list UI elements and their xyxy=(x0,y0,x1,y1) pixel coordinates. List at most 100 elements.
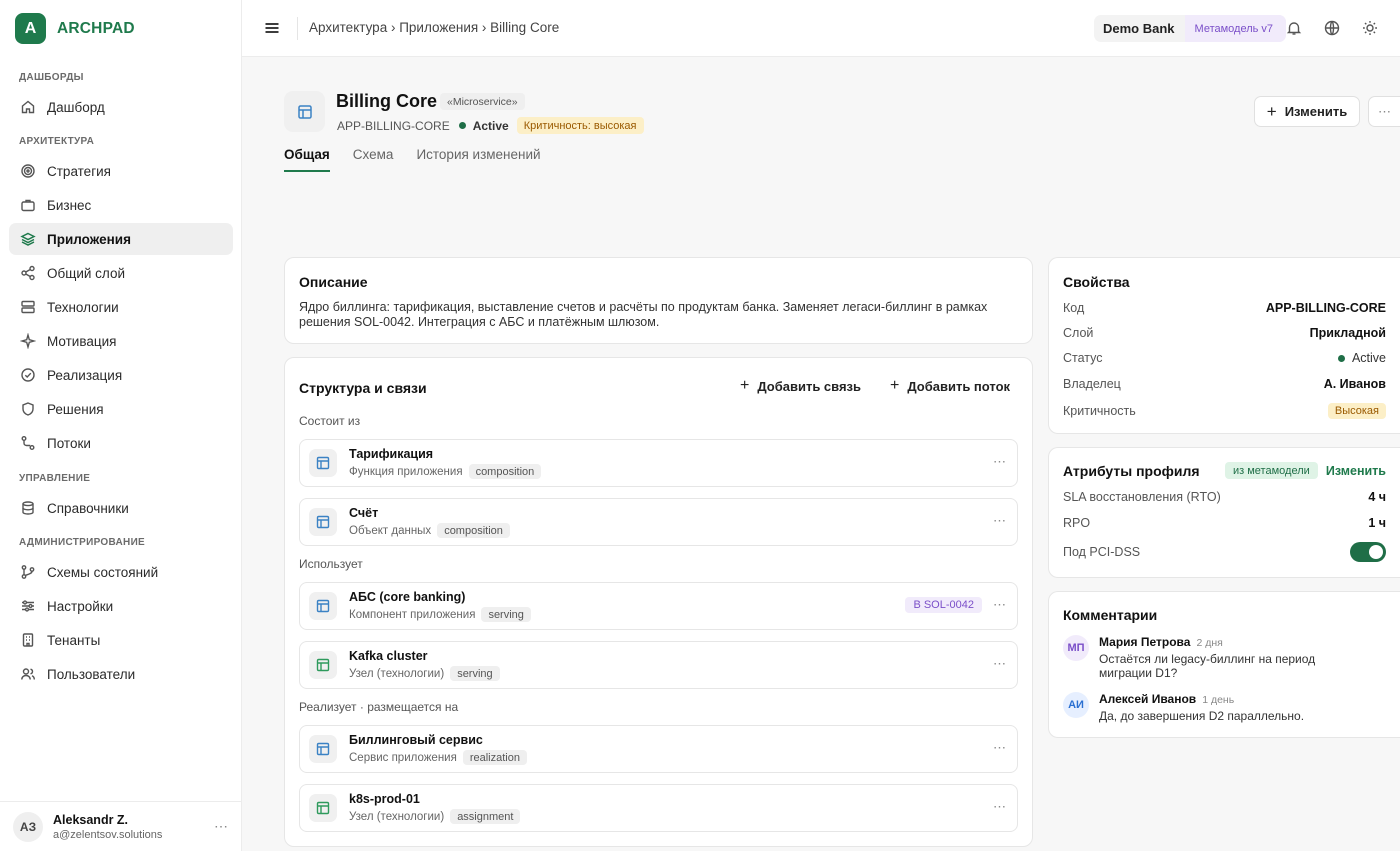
sidebar-item-motivation[interactable]: Мотивация xyxy=(9,325,233,357)
edit-button[interactable]: + Изменить xyxy=(1254,96,1360,127)
status-dot xyxy=(1337,354,1345,362)
git-branch-icon xyxy=(20,564,36,580)
property-key: Под PCI-DSS xyxy=(1063,545,1141,559)
sidebar-item-label: Потоки xyxy=(47,435,91,451)
sidebar-item-label: Дашборд xyxy=(47,99,105,115)
property-value: 1 ч xyxy=(1368,516,1386,530)
briefcase-icon xyxy=(20,197,36,213)
relation-item[interactable]: Тарификация Функция приложения compositio… xyxy=(299,439,1018,487)
home-icon xyxy=(20,99,36,115)
sidebar-item-applications[interactable]: Приложения xyxy=(9,223,233,255)
sun-icon[interactable] xyxy=(1361,19,1379,37)
sidebar: A ARCHPAD ДАШБОРДЫ Дашборд АРХИТЕКТУРА С… xyxy=(0,0,242,851)
comment-text: Остаётся ли legacy-биллинг на период миг… xyxy=(1099,652,1316,680)
app-service-icon xyxy=(309,735,337,763)
property-value: А. Иванов xyxy=(1323,377,1386,391)
users-icon xyxy=(20,666,36,682)
relation-more-button[interactable]: ⋯ xyxy=(993,740,1007,756)
comment-author: Мария Петрова xyxy=(1099,635,1191,649)
tab-schema[interactable]: Схема xyxy=(353,147,394,172)
tenant-switcher[interactable]: Demo Bank Метамодель v7 xyxy=(1094,15,1287,42)
tab-general[interactable]: Общая xyxy=(284,147,330,172)
server-icon xyxy=(20,299,36,315)
sidebar-item-label: Настройки xyxy=(47,598,114,614)
relation-type: Сервис приложения xyxy=(349,751,457,764)
property-key: SLA восстановления (RTO) xyxy=(1063,490,1221,504)
sidebar-item-strategy[interactable]: Стратегия xyxy=(9,155,233,187)
shield-icon xyxy=(20,401,36,417)
relation-more-button[interactable]: ⋯ xyxy=(993,454,1007,470)
profile-row-pci: Под PCI-DSS xyxy=(1063,542,1386,562)
relation-item[interactable]: АБС (core banking) Компонент приложения s… xyxy=(299,582,1018,630)
group-label-uses: Использует xyxy=(299,557,363,571)
user-more-button[interactable]: ⋯ xyxy=(214,818,229,835)
app-meta: APP-BILLING-CORE Active Критичность: выс… xyxy=(337,117,644,134)
avatar: АИ xyxy=(1063,692,1089,718)
sidebar-item-shared-layer[interactable]: Общий слой xyxy=(9,257,233,289)
sidebar-item-label: Схемы состояний xyxy=(47,564,159,580)
sidebar-item-flows[interactable]: Потоки xyxy=(9,427,233,459)
group-label-realizes: Реализует · размещается на xyxy=(299,700,459,714)
profile-title: Атрибуты профиля xyxy=(1063,463,1200,479)
structure-title: Структура и связи xyxy=(299,380,427,396)
more-actions-button[interactable]: ⋯ xyxy=(1368,96,1400,127)
page-title: Billing Core xyxy=(336,91,438,111)
nav-section-architecture: АРХИТЕКТУРА xyxy=(19,136,95,147)
relation-chip: assignment xyxy=(450,809,521,824)
relation-more-button[interactable]: ⋯ xyxy=(993,656,1007,672)
comment-text: Да, до завершения D2 параллельно. xyxy=(1099,709,1305,723)
relation-more-button[interactable]: ⋯ xyxy=(993,513,1007,529)
metamodel-badge: Метамодель v7 xyxy=(1184,15,1287,42)
add-relation-button[interactable]: + Добавить связь xyxy=(740,377,861,395)
sidebar-item-settings[interactable]: Настройки xyxy=(9,590,233,622)
sidebar-item-label: Бизнес xyxy=(47,197,92,213)
relation-more-button[interactable]: ⋯ xyxy=(993,597,1007,613)
relation-item[interactable]: Биллинговый сервис Сервис приложения real… xyxy=(299,725,1018,773)
sidebar-item-business[interactable]: Бизнес xyxy=(9,189,233,221)
current-user[interactable]: АЗ Aleksandr Z. a@zelentsov.solutions ⋯ xyxy=(0,801,242,851)
relation-item[interactable]: k8s-prod-01 Узел (технологии) assignment … xyxy=(299,784,1018,832)
tabs: Общая Схема История изменений xyxy=(284,147,564,172)
property-value: Active xyxy=(1351,351,1386,365)
globe-icon[interactable] xyxy=(1323,19,1341,37)
profile-attributes-card: Атрибуты профиля из метамодели Изменить … xyxy=(1048,447,1400,578)
sidebar-item-label: Общий слой xyxy=(47,265,126,281)
sidebar-item-label: Стратегия xyxy=(47,163,111,179)
property-key: Критичность xyxy=(1063,404,1136,418)
relation-item[interactable]: Kafka cluster Узел (технологии) serving ⋯ xyxy=(299,641,1018,689)
sidebar-item-implementation[interactable]: Реализация xyxy=(9,359,233,391)
sidebar-item-users[interactable]: Пользователи xyxy=(9,658,233,690)
add-flow-button[interactable]: + Добавить поток xyxy=(890,377,1010,395)
sidebar-item-technologies[interactable]: Технологии xyxy=(9,291,233,323)
breadcrumb[interactable]: Архитектура › Приложения › Billing Core xyxy=(309,20,559,35)
sidebar-item-label: Реализация xyxy=(47,367,123,383)
relation-chip: composition xyxy=(468,464,542,479)
bell-icon[interactable] xyxy=(1285,19,1303,37)
property-row-criticality: Критичность Высокая xyxy=(1063,403,1386,419)
comment-time: 1 день xyxy=(1202,694,1235,706)
relation-more-button[interactable]: ⋯ xyxy=(993,799,1007,815)
change-profile-link[interactable]: Изменить xyxy=(1326,464,1386,478)
share-icon xyxy=(20,265,36,281)
relation-type: Узел (технологии) xyxy=(349,810,445,823)
relation-name: Биллинговый сервис xyxy=(349,733,483,747)
menu-icon[interactable] xyxy=(262,18,282,38)
property-row-owner: Владелец А. Иванов xyxy=(1063,377,1386,391)
brand[interactable]: A ARCHPAD xyxy=(15,13,135,44)
comment-time: 2 дня xyxy=(1196,637,1223,649)
pci-dss-toggle[interactable] xyxy=(1350,542,1386,562)
avatar: МП xyxy=(1063,635,1089,661)
target-icon xyxy=(20,163,36,179)
sidebar-item-dictionaries[interactable]: Справочники xyxy=(9,492,233,524)
brand-logo: A xyxy=(15,13,46,44)
sidebar-item-state-schemas[interactable]: Схемы состояний xyxy=(9,556,233,588)
sidebar-item-dashboard[interactable]: Дашборд xyxy=(9,91,233,123)
sidebar-item-label: Технологии xyxy=(47,299,119,315)
relation-item[interactable]: Счёт Объект данных composition ⋯ xyxy=(299,498,1018,546)
sidebar-item-tenants[interactable]: Тенанты xyxy=(9,624,233,656)
nav-section-dashboards: ДАШБОРДЫ xyxy=(19,72,84,83)
sliders-icon xyxy=(20,598,36,614)
sidebar-item-solutions[interactable]: Решения xyxy=(9,393,233,425)
nav-section-management: УПРАВЛЕНИЕ xyxy=(19,473,91,484)
tab-history[interactable]: История изменений xyxy=(416,147,540,172)
